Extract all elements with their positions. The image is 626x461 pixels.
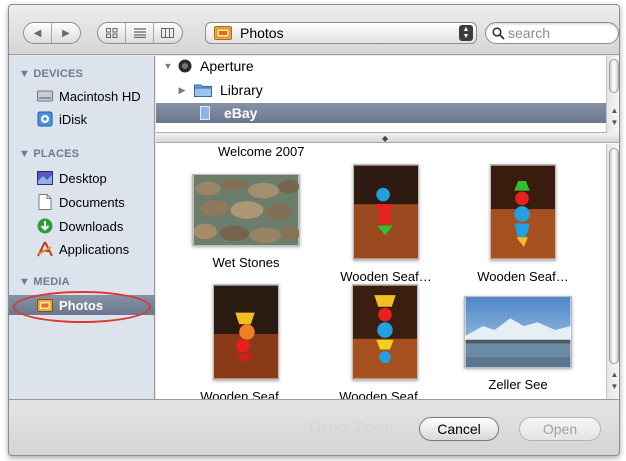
sidebar: ▼ DEVICES Macintosh HD iDisk ▼ PLACES De… [9,56,155,399]
splitter-grip-icon: ◆ [382,134,389,143]
disclosure-triangle-icon[interactable]: ▼ [162,61,174,71]
photo-item[interactable]: Wet Stones [191,174,301,270]
photo-caption: Welcome 2007 [218,144,305,159]
tree-row-label: Library [220,82,263,98]
search-input[interactable] [508,25,608,41]
cancel-button[interactable]: Cancel [419,417,499,441]
photo-caption: Wooden Seaf… [477,269,569,284]
highlight-circle [13,291,151,323]
column-view-button[interactable] [154,23,182,43]
sidebar-header-places: ▼ PLACES [19,148,80,160]
photo-caption: Wooden Seaf… [200,389,292,399]
downloads-icon [37,218,53,234]
desktop-icon [37,170,53,186]
photo-thumbnail-seafood-toy [352,284,418,380]
tree-scroll-thumb[interactable] [609,59,619,93]
location-label: Photos [240,25,284,41]
sidebar-item-desktop[interactable]: Desktop [37,168,151,188]
pane-splitter[interactable]: ◆ [156,133,619,143]
photo-item[interactable]: Zeller See [460,296,576,392]
column-view-icon [161,28,175,38]
sidebar-item-label: Desktop [59,170,107,186]
source-tree: ▼ Aperture ▶ Library eBay ▲ ▼ [156,56,619,133]
sidebar-header-media: ▼ MEDIA [19,276,70,288]
tree-row-library[interactable]: ▶ Library [156,80,606,100]
photo-thumbnail-lake [464,296,572,368]
photo-item[interactable]: Wooden Seaf… [330,284,440,399]
sidebar-item-downloads[interactable]: Downloads [37,216,151,236]
file-browser: ▼ Aperture ▶ Library eBay ▲ ▼ ◆ Welcome … [156,56,619,399]
aperture-icon [178,59,192,73]
search-icon [492,26,505,40]
icon-view-button[interactable] [98,23,126,43]
forward-arrow-icon: ▶ [62,27,70,39]
documents-icon [37,194,53,210]
sidebar-item-label: iDisk [59,111,88,127]
open-button[interactable]: Open [519,417,601,441]
photo-caption: Wooden Seaf… [340,269,432,284]
photo-thumbnail-seafood-toy [490,164,556,260]
scroll-down-arrow-icon[interactable]: ▼ [607,118,619,130]
scroll-up-arrow-icon[interactable]: ▲ [607,370,619,382]
disclosure-triangle-icon[interactable]: ▶ [176,85,188,96]
sidebar-header-devices: ▼ DEVICES [19,68,84,80]
photo-thumbnail-seafood-toy [353,164,419,260]
sidebar-item-label: Documents [59,194,125,210]
forward-button[interactable]: ▶ [52,23,80,43]
photo-item[interactable]: Wooden Seaf… [192,284,300,399]
photo-item[interactable]: Wooden Seaf… [332,164,440,284]
tree-scrollbar[interactable]: ▲ ▼ [606,56,619,133]
location-popup[interactable]: Photos ▲ ▼ [205,22,477,44]
sidebar-item-label: Downloads [59,218,124,234]
hard-drive-icon [37,88,53,104]
photo-caption: Wooden Seaf… [339,389,431,399]
sidebar-item-documents[interactable]: Documents [37,192,151,212]
navigation-buttons: ◀ ▶ [23,22,81,44]
drop-zone-watermark: Drop Zone [309,418,394,437]
popup-arrows-icon: ▲ ▼ [459,25,473,41]
back-arrow-icon: ◀ [33,27,42,39]
photo-grid: Welcome 2007 Wet Stones Wooden Seaf… Woo… [156,144,606,399]
tree-row-label: eBay [224,105,258,121]
photo-item[interactable]: Wooden Seaf… [468,164,578,284]
back-button[interactable]: ◀ [24,23,53,43]
grid-scroll-thumb[interactable] [609,148,619,364]
view-mode-selector [97,22,183,44]
photo-thumbnail-seafood-toy [213,284,279,380]
applications-icon [37,241,53,257]
idisk-icon [37,111,53,127]
grid-scrollbar[interactable]: ▲ ▼ [606,144,619,399]
list-view-icon [133,28,146,38]
dialog-footer: Drop Zone Cancel Open [9,399,619,455]
sidebar-item-macintosh-hd[interactable]: Macintosh HD [37,86,151,106]
photo-thumbnail-stones [192,174,301,246]
scroll-up-arrow-icon[interactable]: ▲ [607,106,619,118]
sidebar-item-label: Macintosh HD [59,88,141,104]
search-field[interactable] [485,22,619,44]
photos-folder-icon [214,26,232,40]
photo-caption: Wet Stones [212,255,280,270]
tree-row-label: Aperture [200,58,254,74]
album-icon [200,106,210,120]
tree-row-ebay[interactable]: eBay [156,103,606,123]
open-dialog: ◀ ▶ Photos ▲▼ ▼ DEVICES Ma [8,4,620,456]
icon-view-icon [105,28,117,38]
sidebar-item-applications[interactable]: Applications [37,239,151,259]
photo-caption: Zeller See [488,377,548,392]
sidebar-item-idisk[interactable]: iDisk [37,109,151,129]
toolbar: ◀ ▶ Photos ▲ ▼ [9,5,619,55]
folder-icon [194,84,212,97]
scroll-down-arrow-icon[interactable]: ▼ [607,382,619,394]
list-view-button[interactable] [126,23,154,43]
sidebar-item-label: Applications [59,241,130,257]
tree-row-aperture[interactable]: ▼ Aperture [156,56,606,76]
